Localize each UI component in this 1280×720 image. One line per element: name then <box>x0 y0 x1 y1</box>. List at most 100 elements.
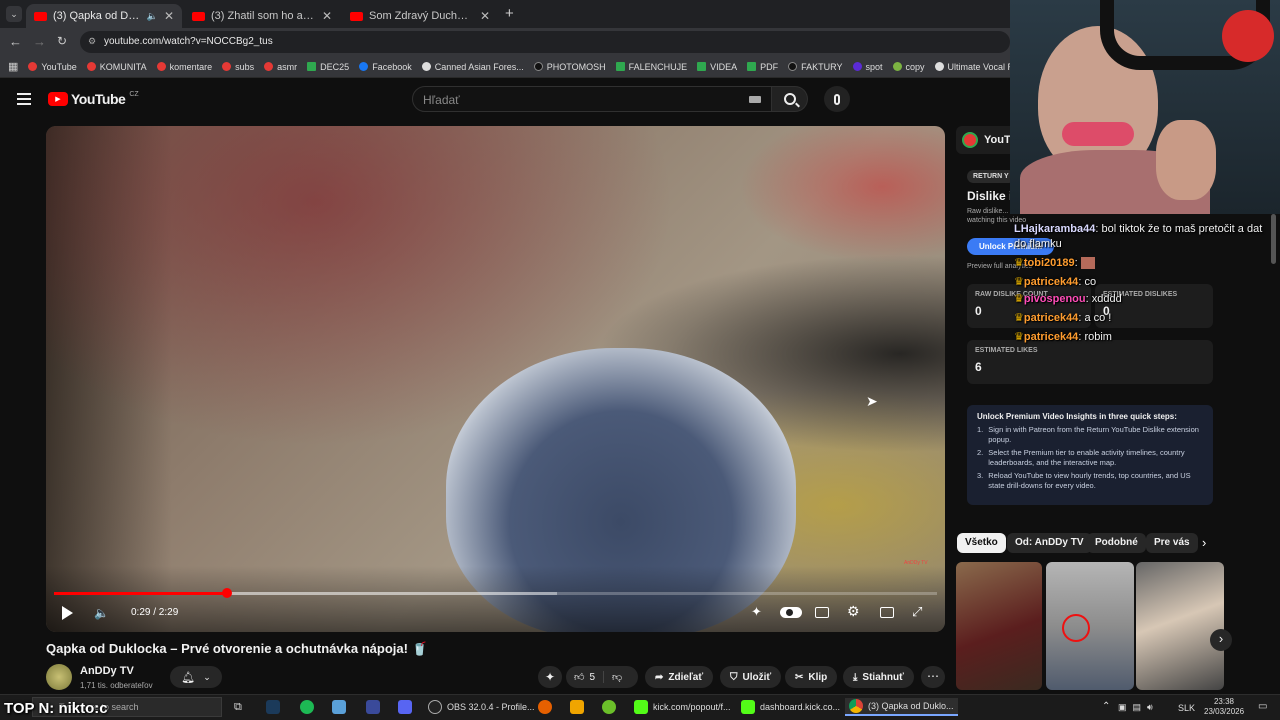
theater-mode-icon[interactable] <box>880 607 894 618</box>
bookmark[interactable]: spot <box>852 62 883 72</box>
subscribe-bell-button[interactable]: 🔔︎ ⌄ <box>170 666 222 688</box>
app-icon[interactable] <box>602 700 616 714</box>
close-tab-icon[interactable]: ✕ <box>164 9 174 23</box>
task-view-icon[interactable]: ⧉ <box>234 701 242 714</box>
chips-next-icon[interactable]: › <box>1202 535 1206 550</box>
url-field[interactable]: ⚙ youtube.com/watch?v=NOCCBg2_tus <box>80 31 1010 53</box>
bookmark[interactable]: asmr <box>264 62 297 72</box>
spotify-icon[interactable] <box>300 700 314 714</box>
more-actions-button[interactable]: ⋯ <box>921 666 945 688</box>
chat-badge-icon: ♛ <box>1014 293 1024 305</box>
shorts-next-button[interactable]: › <box>1210 629 1232 651</box>
menu-icon[interactable] <box>17 93 31 105</box>
search-input[interactable]: Hľadať <box>412 86 772 112</box>
notepad-icon[interactable] <box>332 700 346 714</box>
clip-button[interactable]: ✂ Klip <box>785 666 838 688</box>
premium-steps-title: Unlock Premium Video Insights in three q… <box>977 412 1177 421</box>
bookmark[interactable]: Canned Asian Fores... <box>421 62 524 72</box>
app-icon[interactable] <box>570 700 584 714</box>
taskbar-item-kick-popout[interactable]: kick.com/popout/f... <box>634 698 731 716</box>
bookmark[interactable]: KOMUNITA <box>86 62 147 72</box>
bookmark[interactable]: komentare <box>156 62 212 72</box>
tab-title: Som Zdravý Duchovný svet vs d <box>369 10 474 22</box>
steam-icon[interactable] <box>266 700 280 714</box>
emote-icon <box>1080 257 1095 270</box>
bookmark[interactable]: FALENCHUJE <box>615 62 687 72</box>
taskbar-item-kick-dashboard[interactable]: dashboard.kick.co... <box>741 698 840 716</box>
estimated-likes-value: 6 <box>975 360 982 374</box>
share-button[interactable]: ➦ Zdieľať <box>645 666 714 688</box>
settings-icon[interactable]: ⚙ <box>847 603 860 620</box>
taskbar-item-obs[interactable]: OBS 32.0.4 - Profile... <box>428 698 535 716</box>
discord-icon[interactable] <box>398 700 412 714</box>
new-tab-icon[interactable]: + <box>505 5 514 22</box>
progress-bar[interactable] <box>54 588 937 598</box>
fullscreen-icon[interactable]: ⤢ <box>912 604 922 620</box>
bookmark[interactable]: YouTube <box>28 62 77 72</box>
back-icon[interactable]: ← <box>9 34 22 49</box>
premium-step: 1. Sign in with Patreon from the Return Y… <box>977 425 1199 444</box>
ai-button[interactable]: ✦ <box>538 666 562 688</box>
bookmark[interactable]: copy <box>892 62 925 72</box>
volume-icon[interactable]: 🔈 <box>94 606 109 620</box>
screen: ⌄ (3) Qapka od Duklocka – P 🔈 ✕ (3) Zhat… <box>0 0 1280 720</box>
search-placeholder: Hľadať <box>423 93 460 107</box>
bookmark[interactable]: Facebook <box>359 62 412 72</box>
close-tab-icon[interactable]: ✕ <box>322 9 332 23</box>
firefox-icon[interactable] <box>538 700 552 714</box>
tab-search-icon[interactable]: ⌄ <box>6 6 22 22</box>
like-button[interactable]: 👍︎ 5 <box>566 671 605 683</box>
premium-step: 2. Select the Premium tier to enable acti… <box>977 448 1185 467</box>
short-thumbnail[interactable] <box>1136 562 1224 690</box>
premium-steps-box: Unlock Premium Video Insights in three q… <box>967 405 1213 505</box>
bookmark[interactable]: DEC25 <box>307 62 349 72</box>
site-info-icon[interactable]: ⚙ <box>88 36 96 47</box>
dislike-button[interactable]: 👎︎ <box>604 671 630 683</box>
tray-icons[interactable]: ▣▤🔊︎ <box>1118 702 1159 713</box>
scrubber-handle[interactable] <box>222 588 233 598</box>
youtube-logo[interactable]: ▶ YouTube CZ <box>48 91 139 107</box>
input-language[interactable]: SLK <box>1178 703 1195 713</box>
tab-3[interactable]: Som Zdravý Duchovný svet vs d ✕ <box>342 4 498 28</box>
notifications-icon[interactable]: ▭ <box>1258 701 1267 712</box>
tab-active[interactable]: (3) Qapka od Duklocka – P 🔈 ✕ <box>26 4 182 28</box>
short-thumbnail[interactable] <box>956 562 1042 690</box>
voice-search-button[interactable] <box>824 86 850 112</box>
app-icon[interactable] <box>366 700 380 714</box>
video-player[interactable]: AnDDy TV 🔈 0:29 / 2:29 ✦ ⚙ ⤢ <box>46 126 945 632</box>
chip-for-you[interactable]: Pre vás <box>1146 533 1198 553</box>
youtube-favicon-icon <box>34 11 47 21</box>
ai-sparkle-icon: ✦ <box>544 670 556 684</box>
speaker-icon: 🔈 <box>146 10 158 21</box>
chip-channel[interactable]: Od: AnDDy TV <box>1007 533 1092 553</box>
tray-chevron-icon[interactable]: ⌃ <box>1102 701 1110 712</box>
chat-text: xdddd <box>1091 293 1122 305</box>
forward-icon[interactable]: → <box>33 34 46 49</box>
bookmark[interactable]: PDF <box>747 62 778 72</box>
short-thumbnail[interactable] <box>1046 562 1134 690</box>
channel-name[interactable]: AnDDy TV <box>80 665 134 677</box>
thumbs-down-icon: 👎︎ <box>612 672 623 683</box>
taskbar-item-chrome[interactable]: (3) Qapka od Duklo... <box>845 698 958 716</box>
download-button[interactable]: ⤓ Stiahnuť <box>843 666 914 688</box>
save-button[interactable]: ⛉ Uložiť <box>720 666 782 688</box>
search-button[interactable] <box>772 86 808 112</box>
bookmark[interactable]: PHOTOMOSH <box>533 62 606 72</box>
bookmark[interactable]: FAKTURY <box>788 62 843 72</box>
clock[interactable]: 23:38 23/03/2026 <box>1204 697 1244 717</box>
play-button[interactable] <box>62 606 73 620</box>
ai-sparkle-icon[interactable]: ✦ <box>751 604 762 620</box>
subtitles-icon[interactable] <box>815 607 829 618</box>
close-tab-icon[interactable]: ✕ <box>480 9 490 23</box>
chat-text: do flamku <box>1014 238 1062 250</box>
apps-icon[interactable]: ▦ <box>8 60 18 73</box>
autoplay-toggle[interactable] <box>780 607 802 618</box>
chip-related[interactable]: Podobné <box>1087 533 1146 553</box>
bookmark[interactable]: subs <box>222 62 254 72</box>
bookmark[interactable]: VIDEA <box>697 62 737 72</box>
tab-2[interactable]: (3) Zhatil som ho ako psa, on m ✕ <box>184 4 340 28</box>
keyboard-icon[interactable] <box>749 96 761 103</box>
chip-all[interactable]: Všetko <box>957 533 1006 553</box>
reload-icon[interactable]: ↻ <box>57 34 67 48</box>
channel-avatar[interactable] <box>46 664 72 690</box>
